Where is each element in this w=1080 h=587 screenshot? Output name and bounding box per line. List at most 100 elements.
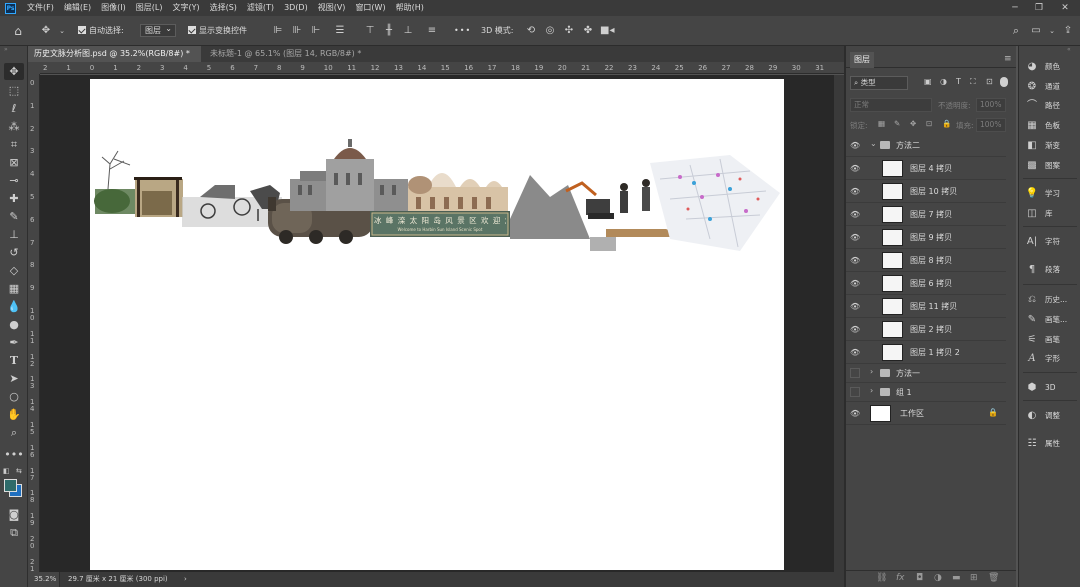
eye-icon[interactable]: 👁 <box>850 187 862 196</box>
more-tools-icon[interactable]: ••• <box>4 446 24 463</box>
menu-edit[interactable]: 编辑(E) <box>59 0 96 16</box>
zoom-tool-icon[interactable]: ⌕ <box>4 424 24 441</box>
lock-all-icon[interactable]: 🔒 <box>942 119 951 128</box>
filter-smartobject-icon[interactable]: ⊡ <box>986 77 993 86</box>
crop-tool-icon[interactable]: ⌗ <box>4 136 24 153</box>
align-hcenter-icon[interactable]: ⊪ <box>291 25 303 37</box>
dock-character[interactable]: A| 字符 <box>1025 234 1080 250</box>
checkbox-icon[interactable] <box>188 26 196 34</box>
chevron-right-icon[interactable]: › <box>870 386 873 395</box>
eraser-icon[interactable]: ◇ <box>4 262 24 279</box>
menu-view[interactable]: 视图(V) <box>313 0 351 16</box>
hand-tool-icon[interactable]: ✋ <box>4 406 24 423</box>
more-options-button[interactable]: ••• <box>454 24 471 38</box>
distribute-icon[interactable]: ☰ <box>334 25 346 37</box>
3d-pan-icon[interactable]: ✣ <box>563 25 575 37</box>
layer-item[interactable]: 👁 图层 7 拷贝 <box>846 203 1006 226</box>
type-tool-icon[interactable]: T <box>4 352 24 369</box>
link-icon[interactable]: ⛓ <box>876 573 887 583</box>
healing-brush-icon[interactable]: ✚ <box>4 190 24 207</box>
eyedropper-icon[interactable]: ⊸ <box>4 172 24 189</box>
chevron-down-icon[interactable]: ⌄ <box>1046 25 1058 37</box>
dock-color[interactable]: ◕ 颜色 <box>1025 59 1080 75</box>
close-icon[interactable]: ✕ <box>1054 0 1076 16</box>
quick-mask-icon[interactable]: ◙ <box>4 506 24 523</box>
dock-learn[interactable]: 💡 学习 <box>1025 186 1080 202</box>
dock-properties[interactable]: ☷ 属性 <box>1025 436 1080 452</box>
layers-tab[interactable]: 图层 <box>850 52 874 68</box>
zoom-level[interactable]: 35.2% <box>28 572 60 587</box>
blend-mode-dropdown[interactable]: 正常 <box>850 98 932 112</box>
adjustment-icon[interactable]: ◑ <box>934 573 942 583</box>
layer-item[interactable]: 👁 图层 4 拷贝 <box>846 157 1006 180</box>
collapse-icon[interactable]: » <box>4 46 8 53</box>
menu-window[interactable]: 窗口(W) <box>350 0 390 16</box>
checkbox-icon[interactable] <box>78 26 86 34</box>
filter-type-icon[interactable]: T <box>956 77 961 86</box>
mask-icon[interactable]: ◘ <box>916 573 923 583</box>
menu-image[interactable]: 图像(I) <box>96 0 131 16</box>
collapse-icon[interactable]: « <box>1067 46 1071 53</box>
menu-type[interactable]: 文字(Y) <box>167 0 204 16</box>
layer-item[interactable]: 👁 图层 11 拷贝 <box>846 295 1006 318</box>
filter-toggle-icon[interactable] <box>1000 77 1008 87</box>
auto-select-target[interactable]: 图层 <box>140 23 176 37</box>
dock-history[interactable]: ⎌ 历史... <box>1025 292 1080 308</box>
layer-artboard[interactable]: 👁 工作区 🔒 <box>846 402 1006 425</box>
blur-tool-icon[interactable]: 💧 <box>4 298 24 315</box>
menu-select[interactable]: 选择(S) <box>205 0 242 16</box>
minimize-icon[interactable]: ─ <box>1004 0 1026 16</box>
swap-colors-icon[interactable]: ⇆ <box>16 467 22 475</box>
dock-glyphs[interactable]: A 字形 <box>1025 351 1080 367</box>
magic-wand-icon[interactable]: ⁂ <box>4 118 24 135</box>
3d-roll-icon[interactable]: ◎ <box>544 25 556 37</box>
eye-icon[interactable]: 👁 <box>850 409 862 418</box>
foreground-color-swatch[interactable] <box>4 479 17 492</box>
dock-patterns[interactable]: ▩ 图案 <box>1025 158 1080 174</box>
lasso-tool-icon[interactable]: ℓ <box>4 100 24 117</box>
eye-icon[interactable]: 👁 <box>850 141 862 150</box>
dock-paragraph[interactable]: ¶ 段落 <box>1025 262 1080 278</box>
3d-scale-icon[interactable]: ■◂ <box>600 25 614 37</box>
artboard[interactable]: 冰 峰 滦 太 阳 岛 风 景 区 欢 迎 您 Welcome to Harbi… <box>90 79 784 570</box>
3d-orbit-icon[interactable]: ⟲ <box>525 25 537 37</box>
lock-image-icon[interactable]: ✎ <box>894 119 900 128</box>
auto-select-checkbox[interactable]: 自动选择: <box>78 24 124 38</box>
layer-item[interactable]: 👁 图层 2 拷贝 <box>846 318 1006 341</box>
eye-icon[interactable]: 👁 <box>850 302 862 311</box>
layer-item[interactable]: 👁 图层 9 拷贝 <box>846 226 1006 249</box>
fx-icon[interactable]: fx <box>896 573 905 583</box>
distribute-vertical-icon[interactable]: ≡ <box>426 25 438 37</box>
eye-icon[interactable]: 👁 <box>850 348 862 357</box>
eye-icon[interactable]: 👁 <box>850 164 862 173</box>
workspace-icon[interactable]: ▭ <box>1030 25 1042 37</box>
align-top-icon[interactable]: ⊤ <box>364 25 376 37</box>
chevron-right-icon[interactable]: › <box>870 367 873 376</box>
opacity-input[interactable]: 100% <box>976 98 1006 112</box>
eye-icon[interactable]: 👁 <box>850 233 862 242</box>
home-icon[interactable]: ⌂ <box>12 25 24 37</box>
dock-brushes[interactable]: ⚟ 画笔 <box>1025 332 1080 348</box>
eye-icon[interactable]: 👁 <box>850 279 862 288</box>
menu-filter[interactable]: 滤镜(T) <box>242 0 279 16</box>
move-tool-preset-icon[interactable]: ✥ <box>40 25 52 37</box>
path-selection-icon[interactable]: ➤ <box>4 370 24 387</box>
ruler-origin[interactable] <box>28 62 40 74</box>
visibility-toggle[interactable] <box>850 387 860 397</box>
gradient-tool-icon[interactable]: ▦ <box>4 280 24 297</box>
menu-layer[interactable]: 图层(L) <box>131 0 168 16</box>
folder-icon[interactable]: ▬ <box>952 573 961 583</box>
dock-adjustments[interactable]: ◐ 调整 <box>1025 408 1080 424</box>
lock-position-icon[interactable]: ✥ <box>910 119 916 128</box>
chevron-down-icon[interactable]: ⌄ <box>870 139 877 148</box>
dock-paths[interactable]: ⌒ 路径 <box>1025 98 1080 114</box>
lock-transparent-icon[interactable]: ▦ <box>878 119 885 128</box>
dock-gradients[interactable]: ◧ 渐变 <box>1025 138 1080 154</box>
filter-kind-dropdown[interactable]: ⌕ 类型 <box>850 76 908 90</box>
vertical-scrollbar[interactable] <box>834 75 844 572</box>
fill-input[interactable]: 100% <box>976 118 1006 132</box>
lock-artboard-icon[interactable]: ⊡ <box>926 119 932 128</box>
trash-icon[interactable]: 🗑 <box>988 573 999 583</box>
panel-menu-icon[interactable]: ≡ <box>1004 54 1012 64</box>
menu-help[interactable]: 帮助(H) <box>391 0 429 16</box>
